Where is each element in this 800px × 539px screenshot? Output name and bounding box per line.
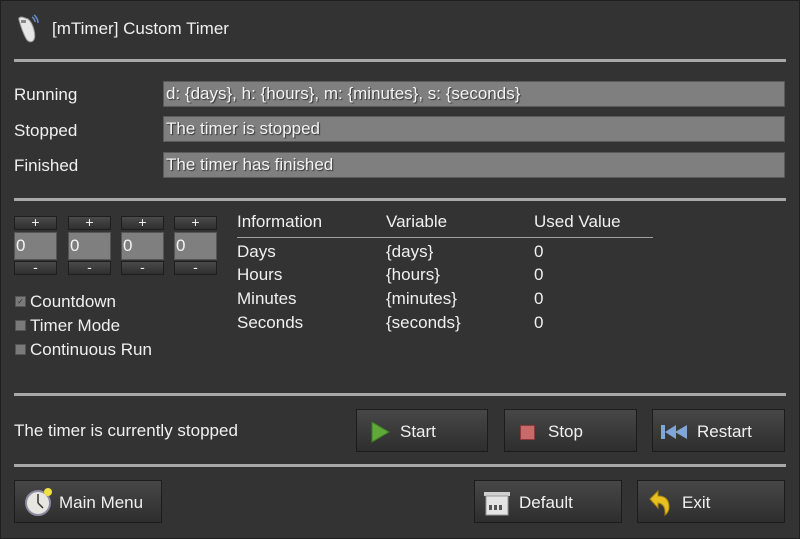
seconds-increment-button[interactable]: + bbox=[174, 215, 217, 230]
countdown-label[interactable]: Countdown bbox=[30, 292, 116, 312]
cell-used-value: 0 bbox=[534, 289, 544, 308]
minutes-value-input[interactable]: 0 bbox=[121, 232, 164, 260]
table-header-divider bbox=[237, 237, 653, 238]
stop-icon bbox=[520, 425, 535, 445]
cell-information: Hours bbox=[237, 265, 283, 284]
days-increment-button[interactable]: + bbox=[14, 215, 57, 230]
exit-arrow-icon bbox=[649, 489, 671, 521]
cell-information: Days bbox=[237, 242, 276, 261]
default-label: Default bbox=[519, 493, 573, 512]
divider bbox=[14, 198, 786, 201]
continuous-run-label[interactable]: Continuous Run bbox=[30, 340, 152, 360]
restart-icon bbox=[661, 424, 689, 445]
stopped-message-input[interactable]: The timer is stopped bbox=[163, 116, 785, 142]
cell-variable: {seconds} bbox=[386, 313, 461, 332]
finished-message-input[interactable]: The timer has finished bbox=[163, 152, 785, 178]
finished-label: Finished bbox=[14, 156, 79, 175]
cell-variable: {hours} bbox=[386, 265, 440, 284]
divider bbox=[14, 464, 786, 467]
minutes-decrement-button[interactable]: - bbox=[121, 260, 164, 275]
stop-button[interactable]: Stop bbox=[504, 409, 637, 452]
cell-information: Minutes bbox=[237, 289, 297, 308]
divider bbox=[14, 393, 786, 396]
window-title: [mTimer] Custom Timer bbox=[52, 19, 229, 38]
start-label: Start bbox=[400, 422, 436, 441]
restart-button[interactable]: Restart bbox=[652, 409, 785, 452]
divider bbox=[14, 59, 786, 62]
exit-button[interactable]: Exit bbox=[637, 480, 785, 523]
seconds-value-input[interactable]: 0 bbox=[174, 232, 217, 260]
cell-used-value: 0 bbox=[534, 313, 544, 332]
timer-mode-label[interactable]: Timer Mode bbox=[30, 316, 120, 336]
remote-control-icon bbox=[14, 14, 42, 44]
hours-decrement-button[interactable]: - bbox=[68, 260, 111, 275]
running-label: Running bbox=[14, 85, 78, 104]
minutes-increment-button[interactable]: + bbox=[121, 215, 164, 230]
play-icon bbox=[370, 421, 390, 448]
column-header-used-value: Used Value bbox=[534, 212, 621, 231]
building-icon bbox=[484, 492, 510, 521]
cell-variable: {minutes} bbox=[386, 289, 457, 308]
cell-variable: {days} bbox=[386, 242, 434, 261]
hours-value-input[interactable]: 0 bbox=[68, 232, 111, 260]
seconds-decrement-button[interactable]: - bbox=[174, 260, 217, 275]
cell-information: Seconds bbox=[237, 313, 304, 332]
column-header-variable: Variable bbox=[386, 212, 448, 231]
exit-label: Exit bbox=[682, 493, 711, 512]
countdown-checkbox[interactable]: ✓ bbox=[15, 296, 26, 307]
running-message-input[interactable]: d: {days}, h: {hours}, m: {minutes}, s: … bbox=[163, 81, 785, 107]
stopped-label: Stopped bbox=[14, 121, 78, 140]
cell-used-value: 0 bbox=[534, 265, 544, 284]
stop-label: Stop bbox=[548, 422, 583, 441]
days-decrement-button[interactable]: - bbox=[14, 260, 57, 275]
main-menu-button[interactable]: Main Menu bbox=[14, 480, 162, 523]
start-button[interactable]: Start bbox=[356, 409, 488, 452]
column-header-information: Information bbox=[237, 212, 323, 231]
days-value-input[interactable]: 0 bbox=[14, 232, 57, 260]
restart-label: Restart bbox=[697, 422, 752, 441]
timer-mode-checkbox[interactable] bbox=[15, 320, 26, 331]
hours-increment-button[interactable]: + bbox=[68, 215, 111, 230]
cell-used-value: 0 bbox=[534, 242, 544, 261]
default-button[interactable]: Default bbox=[474, 480, 622, 523]
main-menu-label: Main Menu bbox=[59, 493, 144, 512]
timer-status-text: The timer is currently stopped bbox=[14, 421, 238, 440]
continuous-run-checkbox[interactable] bbox=[15, 344, 26, 355]
clock-icon bbox=[24, 487, 54, 522]
